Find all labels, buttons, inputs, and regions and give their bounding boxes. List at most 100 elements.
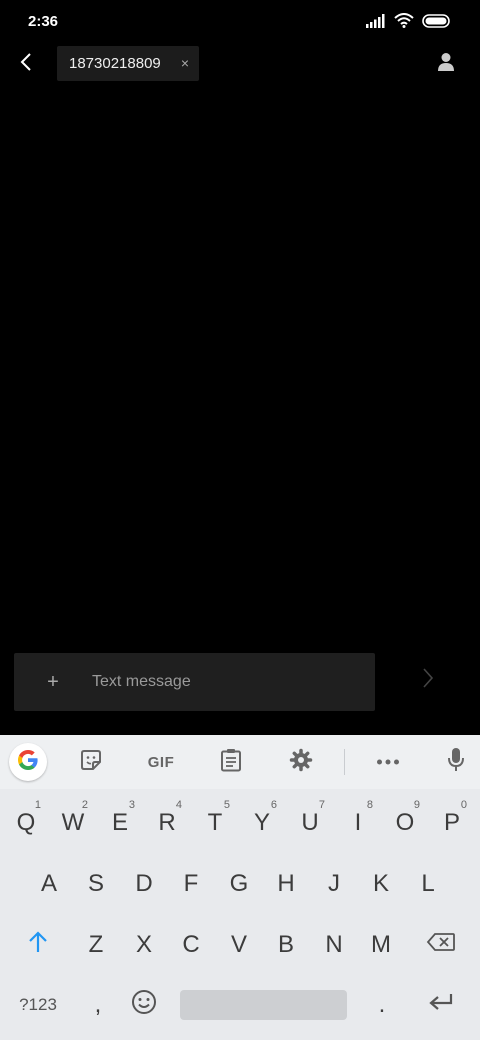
- emoji-icon: [131, 989, 157, 1022]
- key-hint: 0: [460, 799, 467, 811]
- key-v[interactable]: V: [216, 919, 262, 971]
- key-hint: 6: [270, 799, 277, 811]
- key-label: .: [378, 991, 386, 1018]
- key-d[interactable]: D: [121, 858, 167, 910]
- emoji-key[interactable]: [121, 979, 167, 1031]
- back-arrow-icon: [20, 52, 32, 77]
- key-q[interactable]: Q1: [3, 797, 49, 849]
- key-n[interactable]: N: [311, 919, 357, 971]
- key-t[interactable]: T5: [192, 797, 238, 849]
- key-b[interactable]: B: [263, 919, 309, 971]
- key-label: P: [443, 809, 460, 836]
- battery-icon: [422, 13, 452, 33]
- key-u[interactable]: U7: [287, 797, 333, 849]
- enter-arrow-icon: [428, 991, 454, 1019]
- keyboard-toolbar: GIF: [0, 735, 480, 789]
- key-k[interactable]: K: [358, 858, 404, 910]
- key-label: V: [230, 931, 247, 958]
- backspace-key[interactable]: [418, 919, 464, 971]
- comma-key[interactable]: ,: [75, 979, 121, 1031]
- key-label: ,: [94, 991, 102, 1018]
- gear-icon: [289, 748, 313, 777]
- key-label: E: [111, 809, 128, 836]
- key-a[interactable]: A: [26, 858, 72, 910]
- recipient-chip[interactable]: 18730218809 ×: [57, 46, 199, 81]
- symbols-key[interactable]: ?123: [10, 979, 66, 1031]
- status-icons: [366, 13, 452, 33]
- key-label: K: [372, 870, 389, 897]
- shift-key[interactable]: [15, 919, 61, 971]
- close-icon[interactable]: ×: [181, 55, 189, 71]
- shift-arrow-icon: [28, 930, 48, 960]
- key-c[interactable]: C: [168, 919, 214, 971]
- key-hint: 7: [318, 799, 325, 811]
- keyboard: G I F Q 1 W 2 E 3 R 4 T 5 Y 6 U 7 I 8 O 9 …: [0, 735, 480, 1040]
- enter-key[interactable]: [418, 979, 464, 1031]
- gif-label: GIF: [147, 753, 175, 771]
- key-y[interactable]: Y6: [239, 797, 285, 849]
- message-input[interactable]: [92, 667, 362, 697]
- send-button[interactable]: [412, 664, 444, 696]
- key-label: C: [182, 931, 200, 958]
- clipboard-icon: [220, 748, 242, 777]
- key-x[interactable]: X: [121, 919, 167, 971]
- recipient-number: 18730218809: [69, 55, 161, 72]
- key-l[interactable]: L: [405, 858, 451, 910]
- key-h[interactable]: H: [263, 858, 309, 910]
- voice-input-button[interactable]: [437, 743, 475, 781]
- sticker-icon: [79, 748, 103, 777]
- key-hint: 4: [175, 799, 182, 811]
- key-label: N: [325, 931, 343, 958]
- key-hint: 5: [223, 799, 230, 811]
- mic-icon: [447, 747, 465, 778]
- key-label: Q: [16, 809, 36, 836]
- key-label: L: [421, 870, 435, 897]
- wifi-icon: [394, 13, 414, 33]
- more-icon: [376, 753, 400, 771]
- sticker-button[interactable]: [72, 743, 110, 781]
- key-label: R: [158, 809, 176, 836]
- key-m[interactable]: M: [358, 919, 404, 971]
- key-s[interactable]: S: [73, 858, 119, 910]
- gif-button[interactable]: GIF: [142, 743, 180, 781]
- add-contact-button[interactable]: [432, 50, 460, 78]
- status-bar: 2:36: [0, 0, 480, 44]
- key-j[interactable]: J: [311, 858, 357, 910]
- key-hint: 3: [128, 799, 135, 811]
- key-label: A: [40, 870, 57, 897]
- period-key[interactable]: .: [359, 979, 405, 1031]
- key-w[interactable]: W2: [50, 797, 96, 849]
- key-label: ?123: [19, 995, 57, 1014]
- key-hint: 9: [413, 799, 420, 811]
- key-z[interactable]: Z: [73, 919, 119, 971]
- back-button[interactable]: [12, 48, 40, 80]
- key-r[interactable]: R4: [144, 797, 190, 849]
- key-label: X: [135, 931, 152, 958]
- backspace-icon: [426, 931, 456, 959]
- key-label: Y: [253, 809, 270, 836]
- key-label: B: [277, 931, 294, 958]
- key-o[interactable]: O9: [382, 797, 428, 849]
- key-label: I: [354, 809, 362, 836]
- header: 18730218809 ×: [0, 44, 480, 84]
- key-label: D: [135, 870, 153, 897]
- more-button[interactable]: [369, 743, 407, 781]
- clipboard-button[interactable]: [212, 743, 250, 781]
- key-label: M: [371, 931, 391, 958]
- key-g[interactable]: G: [216, 858, 262, 910]
- key-label: W: [61, 809, 85, 836]
- key-p[interactable]: P0: [429, 797, 475, 849]
- key-i[interactable]: I8: [335, 797, 381, 849]
- space-bar[interactable]: [180, 990, 347, 1020]
- key-hint: 8: [366, 799, 373, 811]
- person-icon: [437, 52, 455, 77]
- signal-icon: [366, 13, 386, 33]
- attach-button[interactable]: +: [38, 667, 68, 697]
- key-f[interactable]: F: [168, 858, 214, 910]
- key-label: F: [183, 870, 199, 897]
- key-e[interactable]: E3: [97, 797, 143, 849]
- google-search-button[interactable]: [9, 743, 47, 781]
- key-label: J: [328, 870, 340, 897]
- settings-button[interactable]: [282, 743, 320, 781]
- key-hint: 2: [81, 799, 88, 811]
